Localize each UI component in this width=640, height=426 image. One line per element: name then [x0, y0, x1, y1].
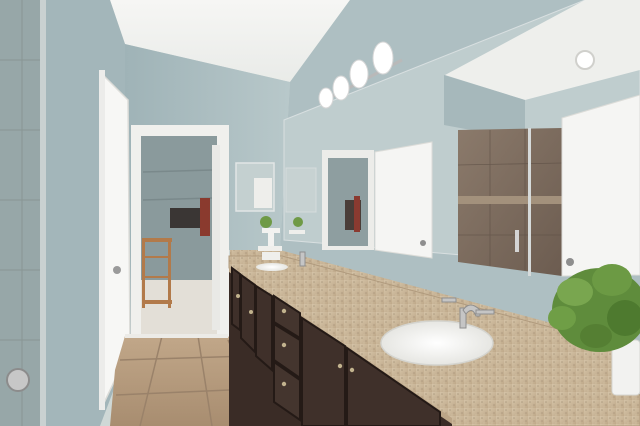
mirror-shower-glass-frame	[528, 128, 531, 276]
mirror-reflection-door	[561, 94, 640, 277]
shower-glass-left	[0, 0, 46, 426]
shower-door-knob	[6, 368, 30, 392]
mirror-reflection-closet-red	[354, 196, 360, 232]
sink-near	[380, 320, 494, 366]
sink-far	[256, 263, 288, 271]
baseboard	[125, 334, 228, 338]
mirror-shower-accent-band	[458, 196, 562, 204]
mirror-center-door-handle	[420, 240, 426, 246]
mirror-shower-handle	[515, 230, 519, 252]
left-door-frame	[99, 70, 105, 410]
mirror-door-handle	[566, 258, 574, 266]
bathroom-illustration	[0, 0, 640, 426]
mirror-recessed-light	[575, 50, 595, 70]
mirror-reflection-small-mirror	[285, 167, 317, 213]
cabinet-drawers	[273, 294, 301, 422]
closet-clothes	[170, 208, 202, 228]
faucet-far	[299, 251, 306, 267]
bathroom-photo	[0, 0, 640, 426]
closet-clothes-red	[200, 198, 210, 236]
left-door-handle	[113, 266, 121, 274]
shower-glass-frame	[40, 0, 46, 426]
small-mirror-reflection	[254, 178, 272, 208]
closet-door-leaf	[212, 145, 220, 330]
